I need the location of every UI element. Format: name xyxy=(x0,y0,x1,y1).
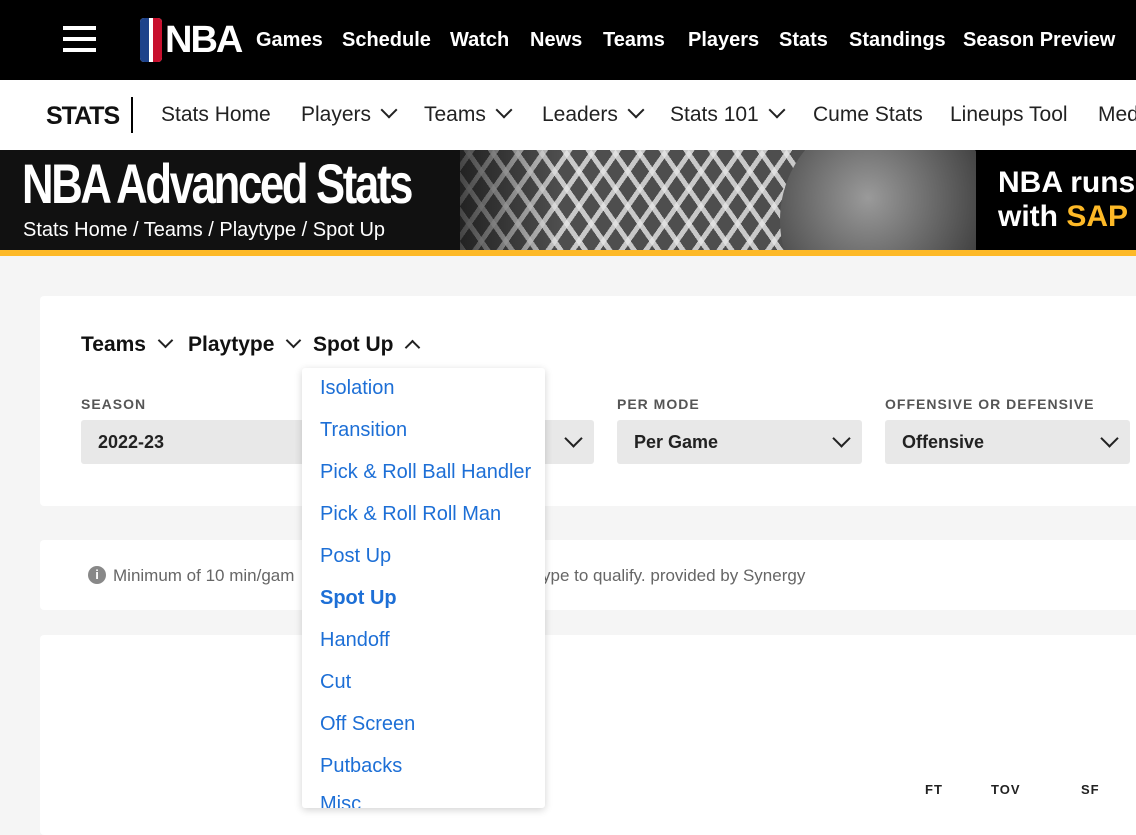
dropdown-option-misc[interactable]: Misc xyxy=(320,792,361,808)
subnav-leaders[interactable]: Leaders xyxy=(542,101,645,128)
info-icon: i xyxy=(88,566,106,584)
nav-season-preview[interactable]: Season Preview xyxy=(963,28,1115,52)
sap-ad[interactable]: NBA runs with SAP xyxy=(976,150,1136,250)
stats-subnav: STATS Stats Home Players Teams Leaders S… xyxy=(0,80,1136,151)
chevron-down-icon xyxy=(1100,429,1119,448)
dropdown-option-pnr-roll-man[interactable]: Pick & Roll Roll Man xyxy=(320,502,501,526)
dropdown-option-handoff[interactable]: Handoff xyxy=(320,628,390,652)
info-text-right: ype to qualify. provided by Synergy xyxy=(542,566,806,585)
chevron-down-icon xyxy=(832,429,851,448)
nav-schedule[interactable]: Schedule xyxy=(342,28,431,52)
dropdown-option-cut[interactable]: Cut xyxy=(320,670,351,694)
nav-teams[interactable]: Teams xyxy=(603,28,665,52)
dropdown-option-isolation[interactable]: Isolation xyxy=(320,376,395,400)
advanced-stats-banner: NBA Advanced Stats Stats Home / Teams / … xyxy=(0,150,1136,250)
dropdown-option-transition[interactable]: Transition xyxy=(320,418,407,442)
dropdown-option-off-screen[interactable]: Off Screen xyxy=(320,712,415,736)
chevron-up-icon xyxy=(405,339,421,356)
season-label: SEASON xyxy=(81,396,147,412)
dropdown-option-spot-up[interactable]: Spot Up xyxy=(320,586,397,610)
dropdown-option-putbacks[interactable]: Putbacks xyxy=(320,754,402,778)
subnav-more[interactable]: Med xyxy=(1098,102,1136,128)
off-def-select[interactable]: Offensive xyxy=(885,420,1130,464)
current-playtype-selector[interactable]: Spot Up xyxy=(313,332,421,358)
nav-stats[interactable]: Stats xyxy=(779,28,828,52)
logo-shield-icon xyxy=(140,18,162,62)
nba-logo[interactable]: NBA xyxy=(140,18,243,62)
banner-title: NBA Advanced Stats xyxy=(22,152,413,215)
stats-section-label[interactable]: STATS xyxy=(46,102,120,130)
chevron-down-icon xyxy=(768,101,786,119)
subnav-teams[interactable]: Teams xyxy=(424,101,513,128)
subnav-stats-101[interactable]: Stats 101 xyxy=(670,101,786,128)
chevron-down-icon xyxy=(495,101,513,119)
subnav-stats-home[interactable]: Stats Home xyxy=(161,102,271,128)
chevron-down-icon xyxy=(564,429,583,448)
playtype-dropdown-menu: Isolation Transition Pick & Roll Ball Ha… xyxy=(302,368,545,808)
category-selector[interactable]: Teams xyxy=(81,332,174,358)
info-text-left: Minimum of 10 min/gam xyxy=(113,566,295,585)
subnav-divider xyxy=(131,97,133,133)
menu-icon[interactable] xyxy=(63,26,96,54)
nav-games[interactable]: Games xyxy=(256,28,323,52)
dropdown-option-post-up[interactable]: Post Up xyxy=(320,544,391,568)
top-navigation: NBA Games Schedule Watch News Teams Play… xyxy=(0,0,1136,80)
nav-players[interactable]: Players xyxy=(688,28,759,52)
off-def-label: OFFENSIVE OR DEFENSIVE xyxy=(885,396,1095,412)
chevron-down-icon xyxy=(380,101,398,119)
chevron-down-icon xyxy=(627,101,645,119)
playtype-selector[interactable]: Playtype xyxy=(188,332,302,358)
sap-ad-line1: NBA runs xyxy=(998,166,1136,199)
sap-highlight: SAP xyxy=(1066,200,1129,233)
column-header-tov[interactable]: TOV xyxy=(991,782,1021,797)
nav-watch[interactable]: Watch xyxy=(450,28,509,52)
table-card: FT TOV SF xyxy=(40,635,1136,835)
filter-card: Teams Playtype Spot Up SEASON 2022-23 PE… xyxy=(40,296,1136,506)
chevron-down-icon xyxy=(286,332,302,349)
per-mode-value: Per Game xyxy=(634,432,719,452)
column-header-sf[interactable]: SF xyxy=(1081,782,1100,797)
off-def-value: Offensive xyxy=(902,432,985,452)
column-header-ft[interactable]: FT xyxy=(925,782,943,797)
sap-ad-line2: with SAP xyxy=(998,200,1129,233)
gold-accent-bar xyxy=(0,250,1136,256)
dropdown-option-pnr-ball-handler[interactable]: Pick & Roll Ball Handler xyxy=(320,460,531,484)
nav-standings[interactable]: Standings xyxy=(849,28,946,52)
subnav-lineups-tool[interactable]: Lineups Tool xyxy=(950,102,1068,128)
chevron-down-icon xyxy=(157,332,174,349)
info-card: i Minimum of 10 min/gam ype to qualify. … xyxy=(40,540,1136,610)
per-mode-select[interactable]: Per Game xyxy=(617,420,862,464)
basketball-image xyxy=(780,150,1000,250)
subnav-players[interactable]: Players xyxy=(301,101,398,128)
subnav-cume-stats[interactable]: Cume Stats xyxy=(813,102,923,128)
nav-news[interactable]: News xyxy=(530,28,582,52)
per-mode-label: PER MODE xyxy=(617,396,700,412)
season-value: 2022-23 xyxy=(98,432,165,452)
breadcrumb[interactable]: Stats Home / Teams / Playtype / Spot Up xyxy=(23,218,385,242)
season-select[interactable]: 2022-23 xyxy=(81,420,321,464)
logo-text: NBA xyxy=(165,19,243,61)
